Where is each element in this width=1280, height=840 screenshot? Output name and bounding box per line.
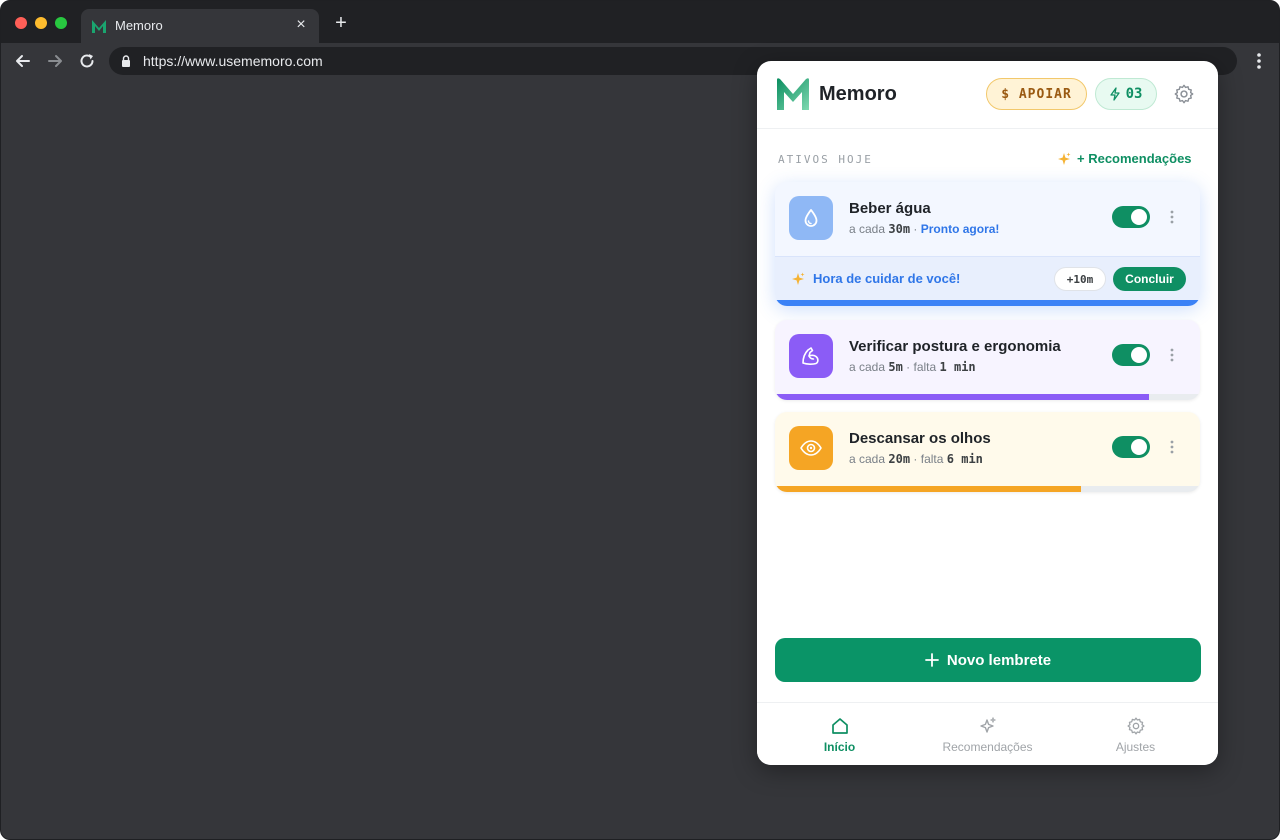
tab-title: Memoro	[115, 18, 163, 33]
reminder-progress-fill	[775, 300, 1200, 306]
interval-prefix: a cada	[849, 360, 886, 374]
streak-count: 03	[1125, 86, 1143, 102]
nav-recommendations-label: Recomendações	[942, 739, 1033, 754]
reminder-toggle[interactable]	[1112, 344, 1150, 366]
reminder-progress-fill	[775, 486, 1081, 492]
interval-value: 20m	[888, 452, 911, 466]
new-reminder-button[interactable]: Novo lembrete	[775, 638, 1201, 682]
more-options-icon[interactable]	[1166, 346, 1178, 364]
popup-header: Memoro $ APOIAR 03	[757, 61, 1218, 129]
settings-gear-icon	[1126, 716, 1145, 735]
interval-value: 5m	[888, 360, 903, 374]
new-reminder-label: Novo lembrete	[946, 651, 1052, 669]
reload-icon[interactable]	[77, 51, 97, 71]
reminder-progress-bar	[775, 300, 1200, 306]
interval-value: 30m	[888, 222, 911, 236]
interval-prefix: a cada	[849, 452, 886, 466]
recommendations-link-label: + Recomendações	[1077, 151, 1192, 166]
action-message-text: Hora de cuidar de você!	[813, 271, 961, 286]
reminder-toggle[interactable]	[1112, 206, 1150, 228]
reminder-icon-tile	[789, 334, 833, 378]
more-options-icon[interactable]	[1166, 438, 1178, 456]
reminder-card-posture[interactable]: Verificar postura e ergonomia a cada 5m …	[775, 320, 1200, 400]
reminder-subtitle: a cada 20m · falta 6 min	[849, 452, 983, 466]
remaining-value: 6 min	[946, 452, 983, 466]
reminder-icon-tile	[789, 196, 833, 240]
sparkles-icon	[979, 716, 996, 733]
tab-memoro[interactable]: Memoro ×	[81, 9, 319, 43]
sparkles-icon	[1058, 152, 1071, 165]
maximize-window-button[interactable]	[55, 17, 67, 29]
settings-gear-icon[interactable]	[1173, 83, 1195, 105]
reminder-title: Beber água	[849, 200, 931, 217]
forward-arrow-icon[interactable]	[45, 51, 65, 71]
nav-home-label: Início	[823, 739, 856, 754]
remaining-prefix: · falta	[906, 360, 937, 374]
streak-badge[interactable]: 03	[1095, 78, 1157, 110]
url-text: https://www.usememoro.com	[143, 53, 323, 69]
reminder-toggle[interactable]	[1112, 436, 1150, 458]
memoro-logo-icon	[92, 20, 106, 33]
brand-name: Memoro	[819, 83, 897, 105]
browser-window: Memoro × + https://www.usememoro.com Mem…	[0, 0, 1280, 840]
bottom-navigation: Início Recomendações Ajustes	[757, 702, 1218, 765]
eye-icon	[800, 440, 822, 456]
minimize-window-button[interactable]	[35, 17, 47, 29]
action-message: Hora de cuidar de você!	[791, 271, 960, 286]
browser-menu-icon[interactable]	[1249, 51, 1269, 71]
sparkles-icon	[792, 272, 805, 285]
nav-recommendations[interactable]: Recomendações	[911, 703, 1064, 765]
reminder-subtitle: a cada 5m · falta 1 min	[849, 360, 976, 374]
reminder-subtitle: a cada 30m · Pronto agora!	[849, 222, 999, 236]
home-icon	[831, 717, 848, 734]
memoro-logo-icon	[777, 78, 809, 110]
extension-popup: Memoro $ APOIAR 03 ATIVOS HOJE + Recomen…	[757, 61, 1218, 765]
complete-button[interactable]: Concluir	[1113, 267, 1186, 291]
bolt-icon	[1109, 87, 1120, 101]
interval-prefix: a cada	[849, 222, 886, 236]
separator: ·	[913, 222, 918, 236]
reminder-title: Descansar os olhos	[849, 430, 991, 447]
new-tab-button[interactable]: +	[331, 13, 351, 33]
reminder-progress-bar	[775, 486, 1200, 492]
reminder-card-water[interactable]: Beber água a cada 30m · Pronto agora! Ho…	[775, 182, 1200, 306]
lock-icon	[122, 55, 130, 67]
ready-status: Pronto agora!	[920, 222, 1000, 236]
back-arrow-icon[interactable]	[13, 51, 33, 71]
tab-close-icon[interactable]: ×	[291, 15, 311, 35]
reminder-card-eyes[interactable]: Descansar os olhos a cada 20m · falta 6 …	[775, 412, 1200, 492]
remaining-prefix: · falta	[913, 452, 944, 466]
more-options-icon[interactable]	[1166, 208, 1178, 226]
reminder-action-bar: Hora de cuidar de você! +10m Concluir	[775, 256, 1200, 300]
recommendations-link[interactable]: + Recomendações	[1057, 151, 1192, 166]
nav-settings-label: Ajustes	[1115, 739, 1156, 754]
plus-icon	[924, 653, 939, 667]
nav-home[interactable]: Início	[763, 703, 916, 765]
reminder-progress-fill	[775, 394, 1149, 400]
remaining-value: 1 min	[939, 360, 976, 374]
support-button[interactable]: $ APOIAR	[986, 78, 1087, 110]
reminder-progress-bar	[775, 394, 1200, 400]
reminder-icon-tile	[789, 426, 833, 470]
nav-settings[interactable]: Ajustes	[1059, 703, 1212, 765]
water-drop-icon	[804, 209, 818, 227]
flexed-arm-icon	[802, 347, 819, 365]
snooze-button[interactable]: +10m	[1054, 267, 1106, 291]
close-window-button[interactable]	[15, 17, 27, 29]
section-label: ATIVOS HOJE	[778, 153, 873, 166]
tab-bar: Memoro × +	[1, 1, 1279, 43]
reminder-title: Verificar postura e ergonomia	[849, 338, 1061, 355]
